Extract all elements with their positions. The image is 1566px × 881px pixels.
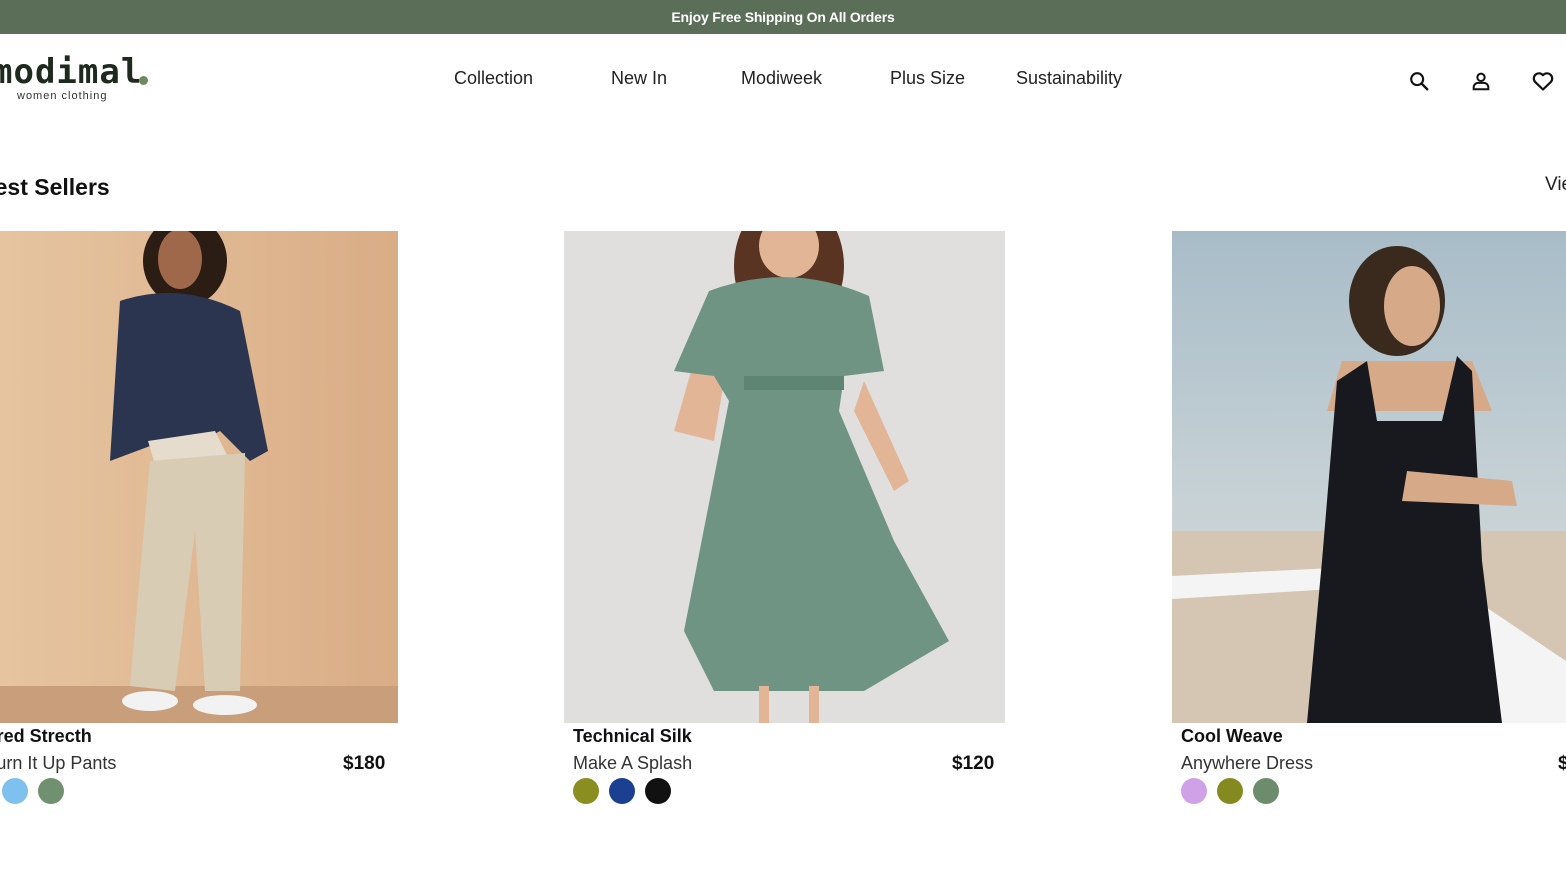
product-image[interactable] <box>0 231 398 723</box>
color-swatches <box>1181 778 1279 804</box>
color-swatch[interactable] <box>609 778 635 804</box>
product-name: Technical Silk <box>573 726 692 746</box>
color-swatch[interactable] <box>573 778 599 804</box>
main-nav: Collection New In Modiweek Plus Size Sus… <box>0 34 1566 126</box>
color-swatches <box>573 778 671 804</box>
header-icons <box>1405 67 1557 95</box>
product-name: Cool Weave <box>1181 726 1283 746</box>
section-title: Best Sellers <box>0 174 110 200</box>
announcement-bar: Enjoy Free Shipping On All Orders <box>0 0 1566 34</box>
site-header: modimal women clothing Collection New In… <box>0 34 1566 126</box>
product-subtitle: Make A Splash <box>573 753 693 773</box>
search-icon[interactable] <box>1405 67 1433 95</box>
announcement-text: Enjoy Free Shipping On All Orders <box>671 9 895 25</box>
product-subtitle: Anywhere Dress <box>1181 753 1314 773</box>
product-image[interactable] <box>1172 231 1566 723</box>
product-name: Tailored Strecth <box>0 726 92 746</box>
nav-item-modiweek[interactable]: Modiweek <box>741 68 822 89</box>
nav-item-new-in[interactable]: New In <box>611 68 667 89</box>
color-swatch[interactable] <box>1253 778 1279 804</box>
product-price: $120 <box>952 753 995 774</box>
color-swatches <box>2 778 64 804</box>
color-swatch[interactable] <box>645 778 671 804</box>
view-all-link[interactable]: View All <box>1545 174 1566 196</box>
product-price: $140 <box>1558 753 1566 774</box>
product-price: $180 <box>343 753 386 774</box>
account-icon[interactable] <box>1467 67 1495 95</box>
color-swatch[interactable] <box>1181 778 1207 804</box>
nav-item-plus-size[interactable]: Plus Size <box>890 68 965 89</box>
heart-icon[interactable] <box>1529 67 1557 95</box>
color-swatch[interactable] <box>1217 778 1243 804</box>
color-swatch[interactable] <box>38 778 64 804</box>
nav-item-sustainability[interactable]: Sustainability <box>1016 68 1122 89</box>
product-image[interactable] <box>564 231 1005 723</box>
color-swatch[interactable] <box>2 778 28 804</box>
product-subtitle: Turn It Up Pants <box>0 753 117 773</box>
nav-item-collection[interactable]: Collection <box>454 68 533 89</box>
